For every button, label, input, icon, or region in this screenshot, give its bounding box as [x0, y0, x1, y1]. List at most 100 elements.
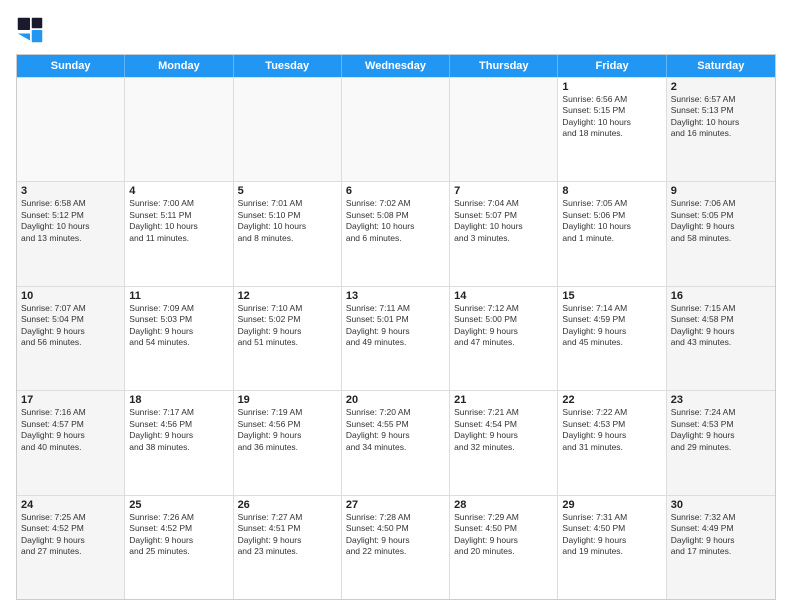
day-info: Sunrise: 7:05 AM Sunset: 5:06 PM Dayligh… [562, 198, 661, 244]
calendar-row: 17Sunrise: 7:16 AM Sunset: 4:57 PM Dayli… [17, 390, 775, 494]
day-info: Sunrise: 7:14 AM Sunset: 4:59 PM Dayligh… [562, 303, 661, 349]
day-cell: 14Sunrise: 7:12 AM Sunset: 5:00 PM Dayli… [450, 287, 558, 390]
day-info: Sunrise: 7:21 AM Sunset: 4:54 PM Dayligh… [454, 407, 553, 453]
day-info: Sunrise: 7:09 AM Sunset: 5:03 PM Dayligh… [129, 303, 228, 349]
empty-cell [125, 78, 233, 181]
day-number: 1 [562, 81, 661, 93]
day-number: 24 [21, 499, 120, 511]
day-info: Sunrise: 7:02 AM Sunset: 5:08 PM Dayligh… [346, 198, 445, 244]
day-info: Sunrise: 6:57 AM Sunset: 5:13 PM Dayligh… [671, 94, 771, 140]
day-info: Sunrise: 7:26 AM Sunset: 4:52 PM Dayligh… [129, 512, 228, 558]
day-number: 11 [129, 290, 228, 302]
day-cell: 27Sunrise: 7:28 AM Sunset: 4:50 PM Dayli… [342, 496, 450, 599]
day-cell: 19Sunrise: 7:19 AM Sunset: 4:56 PM Dayli… [234, 391, 342, 494]
day-info: Sunrise: 6:56 AM Sunset: 5:15 PM Dayligh… [562, 94, 661, 140]
day-number: 8 [562, 185, 661, 197]
day-number: 4 [129, 185, 228, 197]
day-info: Sunrise: 7:04 AM Sunset: 5:07 PM Dayligh… [454, 198, 553, 244]
day-cell: 11Sunrise: 7:09 AM Sunset: 5:03 PM Dayli… [125, 287, 233, 390]
day-cell: 24Sunrise: 7:25 AM Sunset: 4:52 PM Dayli… [17, 496, 125, 599]
day-cell: 5Sunrise: 7:01 AM Sunset: 5:10 PM Daylig… [234, 182, 342, 285]
weekday-header: Sunday [17, 55, 125, 77]
day-number: 21 [454, 394, 553, 406]
day-info: Sunrise: 7:29 AM Sunset: 4:50 PM Dayligh… [454, 512, 553, 558]
day-info: Sunrise: 7:31 AM Sunset: 4:50 PM Dayligh… [562, 512, 661, 558]
calendar-row: 3Sunrise: 6:58 AM Sunset: 5:12 PM Daylig… [17, 181, 775, 285]
day-info: Sunrise: 7:16 AM Sunset: 4:57 PM Dayligh… [21, 407, 120, 453]
day-cell: 15Sunrise: 7:14 AM Sunset: 4:59 PM Dayli… [558, 287, 666, 390]
weekday-header: Saturday [667, 55, 775, 77]
day-info: Sunrise: 7:17 AM Sunset: 4:56 PM Dayligh… [129, 407, 228, 453]
day-cell: 1Sunrise: 6:56 AM Sunset: 5:15 PM Daylig… [558, 78, 666, 181]
day-number: 10 [21, 290, 120, 302]
day-info: Sunrise: 7:28 AM Sunset: 4:50 PM Dayligh… [346, 512, 445, 558]
day-number: 3 [21, 185, 120, 197]
day-cell: 17Sunrise: 7:16 AM Sunset: 4:57 PM Dayli… [17, 391, 125, 494]
weekday-header: Friday [558, 55, 666, 77]
day-number: 2 [671, 81, 771, 93]
day-cell: 16Sunrise: 7:15 AM Sunset: 4:58 PM Dayli… [667, 287, 775, 390]
logo-icon [16, 16, 44, 44]
day-cell: 8Sunrise: 7:05 AM Sunset: 5:06 PM Daylig… [558, 182, 666, 285]
day-cell: 3Sunrise: 6:58 AM Sunset: 5:12 PM Daylig… [17, 182, 125, 285]
day-number: 7 [454, 185, 553, 197]
day-number: 6 [346, 185, 445, 197]
day-number: 15 [562, 290, 661, 302]
day-info: Sunrise: 7:20 AM Sunset: 4:55 PM Dayligh… [346, 407, 445, 453]
day-number: 12 [238, 290, 337, 302]
day-cell: 23Sunrise: 7:24 AM Sunset: 4:53 PM Dayli… [667, 391, 775, 494]
calendar: SundayMondayTuesdayWednesdayThursdayFrid… [16, 54, 776, 600]
day-info: Sunrise: 7:12 AM Sunset: 5:00 PM Dayligh… [454, 303, 553, 349]
day-info: Sunrise: 7:15 AM Sunset: 4:58 PM Dayligh… [671, 303, 771, 349]
empty-cell [450, 78, 558, 181]
day-cell: 26Sunrise: 7:27 AM Sunset: 4:51 PM Dayli… [234, 496, 342, 599]
day-number: 30 [671, 499, 771, 511]
day-cell: 10Sunrise: 7:07 AM Sunset: 5:04 PM Dayli… [17, 287, 125, 390]
day-number: 20 [346, 394, 445, 406]
day-number: 16 [671, 290, 771, 302]
day-number: 13 [346, 290, 445, 302]
day-number: 17 [21, 394, 120, 406]
day-cell: 2Sunrise: 6:57 AM Sunset: 5:13 PM Daylig… [667, 78, 775, 181]
day-cell: 12Sunrise: 7:10 AM Sunset: 5:02 PM Dayli… [234, 287, 342, 390]
day-info: Sunrise: 7:11 AM Sunset: 5:01 PM Dayligh… [346, 303, 445, 349]
calendar-row: 24Sunrise: 7:25 AM Sunset: 4:52 PM Dayli… [17, 495, 775, 599]
header [16, 16, 776, 44]
day-info: Sunrise: 7:00 AM Sunset: 5:11 PM Dayligh… [129, 198, 228, 244]
day-number: 28 [454, 499, 553, 511]
day-number: 22 [562, 394, 661, 406]
day-info: Sunrise: 7:22 AM Sunset: 4:53 PM Dayligh… [562, 407, 661, 453]
day-cell: 30Sunrise: 7:32 AM Sunset: 4:49 PM Dayli… [667, 496, 775, 599]
day-info: Sunrise: 7:01 AM Sunset: 5:10 PM Dayligh… [238, 198, 337, 244]
empty-cell [234, 78, 342, 181]
day-info: Sunrise: 7:19 AM Sunset: 4:56 PM Dayligh… [238, 407, 337, 453]
day-number: 23 [671, 394, 771, 406]
day-cell: 21Sunrise: 7:21 AM Sunset: 4:54 PM Dayli… [450, 391, 558, 494]
day-number: 25 [129, 499, 228, 511]
weekday-header: Thursday [450, 55, 558, 77]
day-number: 18 [129, 394, 228, 406]
day-number: 14 [454, 290, 553, 302]
calendar-row: 10Sunrise: 7:07 AM Sunset: 5:04 PM Dayli… [17, 286, 775, 390]
day-cell: 7Sunrise: 7:04 AM Sunset: 5:07 PM Daylig… [450, 182, 558, 285]
day-number: 27 [346, 499, 445, 511]
logo [16, 16, 48, 44]
day-number: 19 [238, 394, 337, 406]
day-info: Sunrise: 6:58 AM Sunset: 5:12 PM Dayligh… [21, 198, 120, 244]
day-info: Sunrise: 7:10 AM Sunset: 5:02 PM Dayligh… [238, 303, 337, 349]
weekday-header: Wednesday [342, 55, 450, 77]
day-cell: 9Sunrise: 7:06 AM Sunset: 5:05 PM Daylig… [667, 182, 775, 285]
empty-cell [17, 78, 125, 181]
day-cell: 18Sunrise: 7:17 AM Sunset: 4:56 PM Dayli… [125, 391, 233, 494]
weekday-header: Monday [125, 55, 233, 77]
day-cell: 22Sunrise: 7:22 AM Sunset: 4:53 PM Dayli… [558, 391, 666, 494]
day-number: 26 [238, 499, 337, 511]
day-cell: 20Sunrise: 7:20 AM Sunset: 4:55 PM Dayli… [342, 391, 450, 494]
day-info: Sunrise: 7:24 AM Sunset: 4:53 PM Dayligh… [671, 407, 771, 453]
calendar-header-row: SundayMondayTuesdayWednesdayThursdayFrid… [17, 55, 775, 77]
empty-cell [342, 78, 450, 181]
day-cell: 4Sunrise: 7:00 AM Sunset: 5:11 PM Daylig… [125, 182, 233, 285]
day-info: Sunrise: 7:06 AM Sunset: 5:05 PM Dayligh… [671, 198, 771, 244]
weekday-header: Tuesday [234, 55, 342, 77]
day-number: 29 [562, 499, 661, 511]
